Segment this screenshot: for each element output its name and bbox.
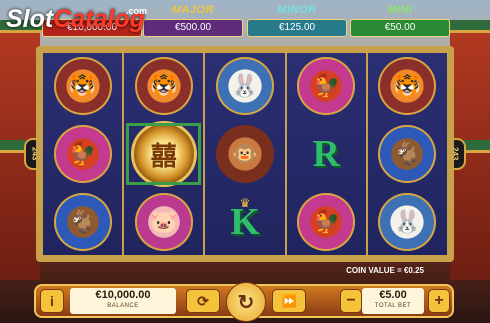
balance-value: €10,000.00 — [95, 289, 151, 301]
tiger-face: 🐯 — [68, 73, 97, 99]
crown-icon: ♛ — [239, 196, 251, 211]
pig-icon: 🐷 — [134, 192, 193, 251]
goat-icon: 🐐 — [378, 125, 437, 183]
symbol-goat: 🐐 — [368, 121, 447, 188]
jackpot-minor: MINOR €125.00 — [247, 4, 347, 37]
rabbit-icon: 🐰 — [216, 57, 274, 116]
symbol-rooster: 🐓 — [43, 121, 122, 188]
symbol-tiger: 🐯 — [43, 53, 122, 120]
jackpot-mini-label: MINI — [387, 4, 413, 16]
rooster-icon: 🐓 — [297, 192, 356, 251]
symbol-monkey: 🐵 — [205, 121, 284, 188]
bet-plus-button[interactable]: + — [428, 289, 450, 313]
goat-face: 🐐 — [68, 208, 97, 234]
symbol-goat: 🐐 — [43, 188, 122, 255]
rooster-face: 🐓 — [68, 141, 97, 166]
rooster-face: 🐓 — [312, 208, 340, 234]
jackpot-minor-label: MINOR — [277, 4, 317, 16]
tiger-face: 🐯 — [393, 73, 422, 99]
info-button[interactable]: i — [40, 289, 64, 313]
symbol-rooster: 🐓 — [287, 53, 366, 120]
tiger-face: 🐯 — [150, 73, 178, 99]
spin-button[interactable]: ↻ — [226, 282, 266, 322]
jackpot-mini: MINI €50.00 — [350, 4, 450, 37]
autoplay-button[interactable]: ⟳ — [186, 289, 220, 313]
jackpot-major-label: MAJOR — [171, 4, 215, 16]
symbol-R: R — [287, 121, 366, 188]
reel-frame: 🐯 🐓 🐐 🐯 囍 🐷 🐰 🐵 ♛ K 🐓 R 🐓 🐯 🐐 🐰 — [36, 46, 454, 262]
tiger-icon: 🐯 — [378, 57, 437, 116]
balance-display: €10,000.00 BALANCE — [70, 288, 176, 314]
reel-1: 🐯 🐓 🐐 — [43, 53, 123, 255]
watermark-logo: Slot Catalog .com — [6, 2, 148, 36]
bet-minus-button[interactable]: − — [340, 289, 362, 313]
symbol-tiger: 🐯 — [124, 53, 203, 120]
rabbit-icon: 🐰 — [378, 192, 437, 251]
reel-grid: 🐯 🐓 🐐 🐯 囍 🐷 🐰 🐵 ♛ K 🐓 R 🐓 🐯 🐐 🐰 — [43, 53, 448, 255]
total-bet-label: TOTAL BET — [374, 303, 412, 309]
wild-frame — [126, 122, 202, 186]
reel-3: 🐰 🐵 ♛ K — [205, 53, 285, 255]
symbol-tiger: 🐯 — [368, 53, 447, 120]
symbol-K: ♛ K — [205, 188, 284, 255]
rooster-icon: 🐓 — [53, 125, 112, 183]
total-bet-display: €5.00 TOTAL BET — [362, 288, 424, 314]
reel-4: 🐓 R 🐓 — [286, 53, 366, 255]
reel-5: 🐯 🐐 🐰 — [367, 53, 448, 255]
tiger-icon: 🐯 — [134, 57, 193, 116]
rabbit-face: 🐰 — [393, 208, 422, 234]
goat-icon: 🐐 — [53, 192, 112, 251]
coin-value: COIN VALUE = €0.25 — [346, 266, 424, 275]
jackpot-major-value: €500.00 — [143, 19, 243, 37]
jackpot-mini-value: €50.00 — [350, 19, 450, 37]
logo-part1: Slot — [6, 4, 54, 33]
rooster-icon: 🐓 — [297, 57, 356, 116]
total-bet-value: €5.00 — [379, 289, 407, 301]
logo-suffix: .com — [126, 6, 148, 16]
jackpot-minor-value: €125.00 — [247, 19, 347, 37]
jackpot-major: MAJOR €500.00 — [143, 4, 243, 37]
tiger-icon: 🐯 — [53, 57, 112, 116]
symbol-coin-wild: 囍 — [124, 121, 203, 188]
roof — [447, 20, 490, 33]
turbo-button[interactable]: ⏩ — [272, 289, 306, 313]
rooster-face: 🐓 — [312, 73, 340, 99]
symbol-pig: 🐷 — [124, 188, 203, 255]
symbol-rabbit: 🐰 — [205, 53, 284, 120]
goat-face: 🐐 — [393, 141, 422, 166]
symbol-rooster: 🐓 — [287, 188, 366, 255]
balance-label: BALANCE — [107, 303, 139, 309]
reel-2: 🐯 囍 🐷 — [124, 53, 204, 255]
pig-face: 🐷 — [150, 208, 178, 234]
monkey-icon: 🐵 — [216, 125, 274, 183]
rabbit-face: 🐰 — [231, 73, 259, 99]
monkey-face: 🐵 — [231, 141, 259, 166]
letter-R: R — [312, 133, 340, 175]
symbol-rabbit: 🐰 — [368, 188, 447, 255]
